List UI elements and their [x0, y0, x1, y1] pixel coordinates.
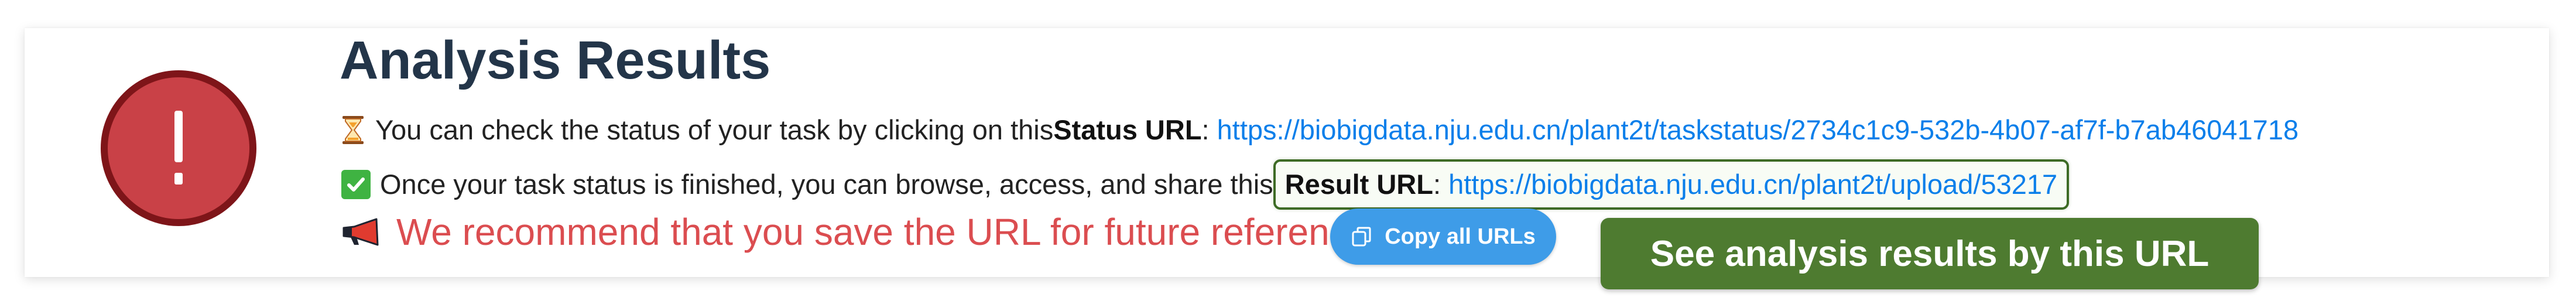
status-url-link[interactable]: https://biobigdata.nju.edu.cn/plant2t/ta… [1217, 112, 2298, 148]
megaphone-icon [342, 218, 379, 246]
copy-all-urls-button[interactable]: Copy all URLs [1330, 209, 1556, 265]
result-line: Once your task status is finished, you c… [341, 159, 2070, 210]
status-line-text: You can check the status of your task by… [375, 114, 1054, 145]
result-url-link[interactable]: https://biobigdata.nju.edu.cn/plant2t/up… [1448, 167, 2057, 202]
exclamation-mark [174, 111, 183, 185]
recommendation-text: We recommend that you save the URL for f… [396, 211, 1380, 253]
exclamation-circle-icon [101, 70, 256, 226]
result-line-text: Once your task status is finished, you c… [380, 169, 1273, 200]
status-line: You can check the status of your task by… [341, 112, 2298, 148]
copy-icon [1352, 227, 1371, 247]
copy-button-label: Copy all URLs [1385, 224, 1536, 249]
hourglass-icon [342, 116, 364, 144]
status-url-label: Status URL [1053, 114, 1202, 145]
result-url-box: Result URL: https://biobigdata.nju.edu.c… [1273, 159, 2070, 210]
result-url-label: Result URL [1284, 169, 1433, 200]
check-box-icon [341, 170, 371, 199]
result-url-separator: : [1433, 169, 1441, 200]
page-title: Analysis Results [340, 30, 771, 90]
recommendation-line: We recommend that you save the URL for f… [341, 209, 1379, 255]
status-url-separator: : [1201, 114, 1210, 145]
see-results-button[interactable]: See analysis results by this URL [1601, 218, 2259, 289]
